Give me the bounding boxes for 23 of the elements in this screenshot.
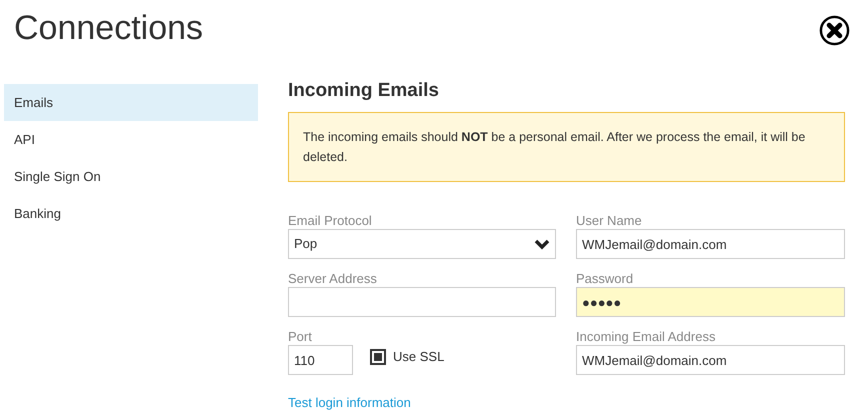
input-field[interactable]: WMJemail@domain.com (576, 229, 845, 259)
sidebar-item[interactable]: Single Sign On (4, 158, 258, 195)
input-field[interactable]: WMJemail@domain.com (576, 345, 845, 375)
warning-message: The incoming emails should NOT be a personal email. After we process the email, it will be deleted. (288, 112, 845, 182)
port-field[interactable]: 110 (288, 345, 353, 375)
field-label: Password (576, 272, 634, 286)
field-label: Incoming Email Address (576, 330, 716, 344)
field-label: Email Protocol (288, 214, 373, 228)
page-title: Connections (14, 8, 204, 48)
section-title: Incoming Emails (288, 79, 440, 103)
protocol-select[interactable]: Pop (288, 229, 556, 259)
field-label: Port (288, 330, 313, 344)
input-field[interactable]: ●●●●● (576, 287, 845, 317)
sidebar-item[interactable]: Banking (4, 195, 258, 232)
field-label: User Name (576, 214, 643, 228)
chevron-down-icon (534, 238, 550, 250)
server-address-field[interactable] (288, 287, 556, 317)
sidebar-item[interactable]: API (4, 121, 258, 158)
sidebar-item[interactable]: Emails (4, 84, 258, 121)
field-label: Server Address (288, 272, 378, 286)
ssl-checkbox[interactable] (370, 349, 386, 365)
close-icon[interactable] (819, 15, 850, 46)
ssl-label: Use SSL (393, 348, 444, 366)
